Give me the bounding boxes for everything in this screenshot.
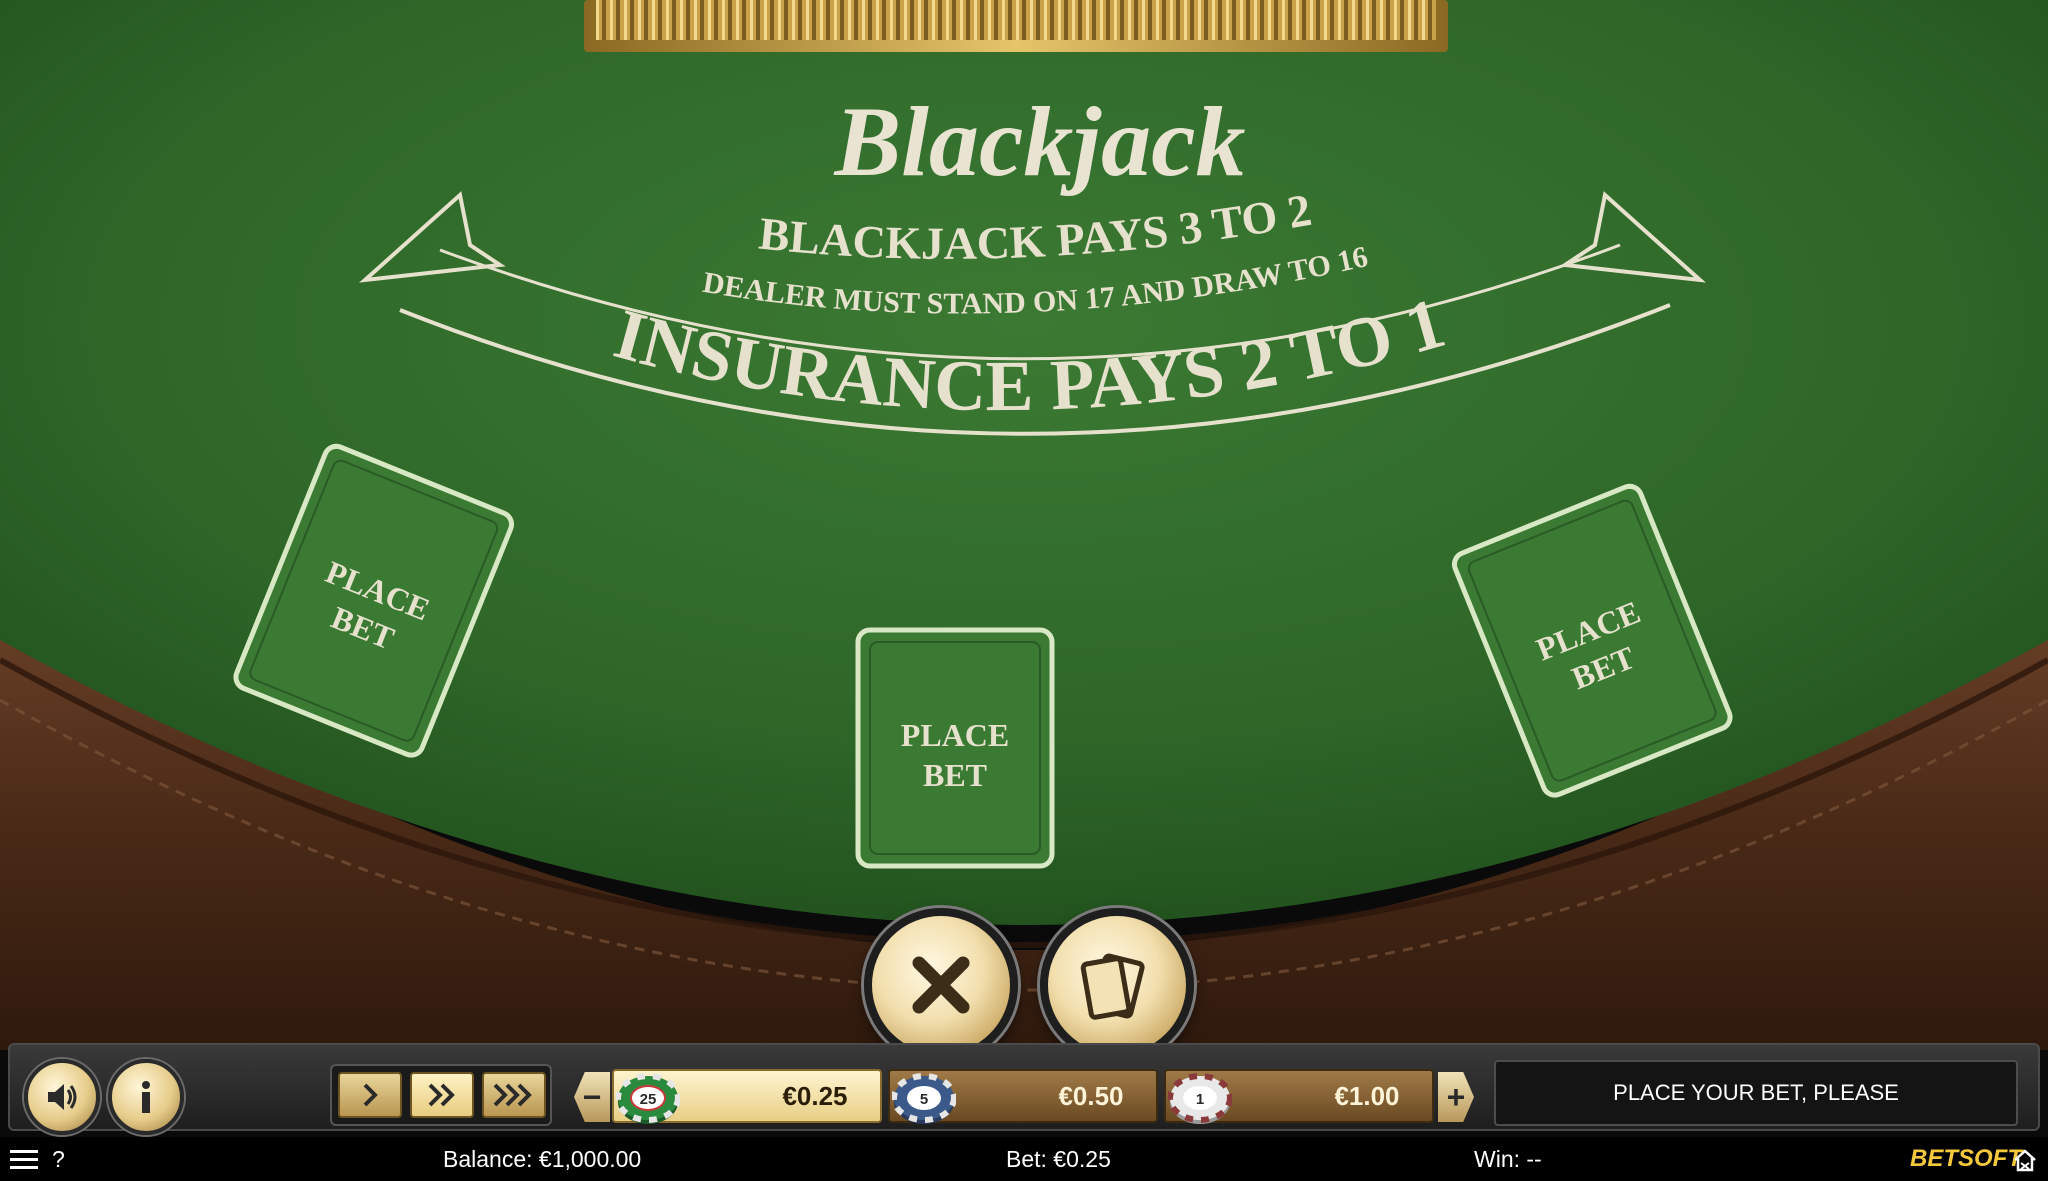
betsoft-logo: BETSOFT	[1910, 1145, 2022, 1172]
svg-text:25: 25	[640, 1091, 657, 1108]
home-icon[interactable]	[2012, 1147, 2038, 1173]
message-text: PLACE YOUR BET, PLEASE	[1613, 1080, 1899, 1105]
chip-value-100: €1.00	[1334, 1080, 1400, 1111]
speed-fast-button[interactable]	[410, 1072, 474, 1118]
info-icon	[142, 1081, 150, 1113]
chip-1-icon: 1	[1168, 1073, 1232, 1124]
plus-label: +	[1446, 1078, 1466, 1115]
blackjack-table: Blackjack BLACKJACK PAYS 3 TO 2 DEALER M…	[0, 0, 2048, 1181]
double-chevron-icon	[428, 1083, 455, 1107]
deal-button[interactable]	[1040, 908, 1194, 1062]
minus-label: −	[582, 1078, 602, 1115]
chip-slot-050[interactable]: 5 €0.50	[888, 1069, 1158, 1124]
help-button[interactable]: ?	[52, 1146, 65, 1173]
svg-text:5: 5	[920, 1091, 928, 1108]
svg-text:1: 1	[1196, 1091, 1204, 1108]
balance-text: Balance: €1,000.00	[443, 1146, 642, 1172]
chip-5-icon: 5	[892, 1073, 956, 1124]
message-box: PLACE YOUR BET, PLEASE	[1494, 1060, 2018, 1126]
bet-spot-center-label-2: BET	[923, 757, 987, 793]
win-text: Win: --	[1474, 1146, 1542, 1172]
single-chevron-icon	[363, 1083, 378, 1107]
chip-value-050: €0.50	[1058, 1080, 1124, 1111]
clear-bets-button[interactable]	[864, 908, 1018, 1062]
chip-slot-100[interactable]: 1 €1.00	[1164, 1069, 1434, 1124]
blackjack-logo: Blackjack	[833, 86, 1245, 197]
x-icon	[912, 956, 970, 1014]
chip-value-025: €0.25	[782, 1080, 848, 1111]
triple-chevron-icon	[493, 1083, 532, 1107]
bet-spot-center-label-1: PLACE	[901, 717, 1009, 753]
blackjack-game: Blackjack BLACKJACK PAYS 3 TO 2 DEALER M…	[0, 0, 2048, 1181]
bet-spot-center[interactable]: PLACE BET	[855, 627, 1055, 869]
bet-text: Bet: €0.25	[1006, 1146, 1111, 1172]
status-bar: ? Balance: €1,000.00 Bet: €0.25 Win: -- …	[0, 1137, 2048, 1181]
speed-turbo-button[interactable]	[482, 1072, 546, 1118]
hamburger-icon[interactable]	[10, 1148, 38, 1172]
speed-normal-button[interactable]	[338, 1072, 402, 1118]
chip-25-icon: 25	[616, 1073, 680, 1124]
cards-icon	[1080, 953, 1145, 1020]
sound-button[interactable]	[24, 1059, 100, 1135]
chip-slot-025[interactable]: 25 €0.25	[612, 1069, 882, 1124]
info-button[interactable]	[108, 1059, 184, 1135]
speed-selector	[330, 1064, 552, 1126]
speaker-icon	[48, 1084, 77, 1110]
